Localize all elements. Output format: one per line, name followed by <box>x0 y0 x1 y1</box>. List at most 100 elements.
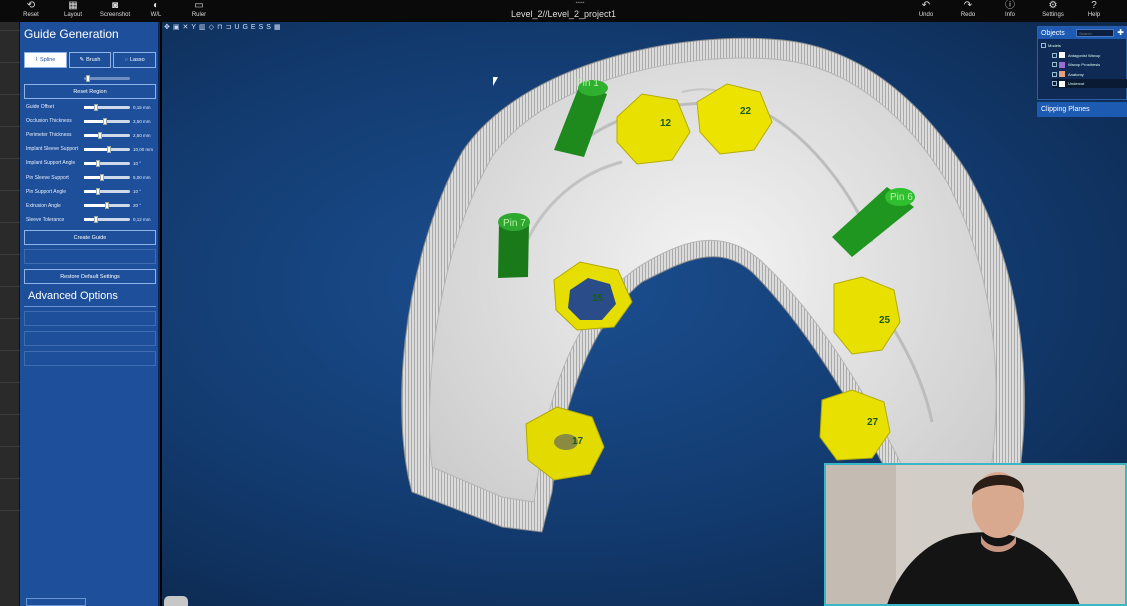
tab-lasso[interactable]: ◌ Lasso <box>113 52 157 68</box>
object-row[interactable]: Waxup Prosthesis <box>1052 60 1127 69</box>
visibility-checkbox[interactable] <box>1052 71 1057 77</box>
param-slider[interactable] <box>84 188 130 196</box>
param-slider[interactable] <box>84 103 130 111</box>
presenter-video <box>826 465 1125 604</box>
slider-knob[interactable] <box>102 117 107 125</box>
color-swatch[interactable] <box>1059 80 1065 87</box>
brush-icon: ✎ <box>79 57 85 63</box>
param-row: Implant Sleeve Support 10,00 mm <box>26 144 156 154</box>
strip-item[interactable] <box>0 62 20 74</box>
clipping-planes-header[interactable]: Clipping Planes <box>1037 102 1127 117</box>
strip-item[interactable] <box>0 318 20 330</box>
param-slider[interactable] <box>84 145 130 153</box>
undo-button[interactable]: ↶ Undo <box>914 0 938 22</box>
tool-tabs: ⌇ Spline ✎ Brush ◌ Lasso <box>24 52 157 68</box>
settings-button[interactable]: ⚙ Settings <box>1040 0 1066 22</box>
objects-search-input[interactable] <box>1076 29 1114 37</box>
color-swatch[interactable] <box>1059 52 1065 58</box>
create-guide-button[interactable]: Create Guide <box>24 230 156 245</box>
strip-item[interactable] <box>0 126 20 138</box>
orientation-head-icon[interactable] <box>164 596 188 606</box>
redo-button[interactable]: ↷ Redo <box>956 0 980 22</box>
strip-item[interactable] <box>0 286 20 298</box>
param-row: Guide Offset 0,15 mm <box>26 102 156 112</box>
param-value: 2,50 mm <box>133 132 151 138</box>
strip-item[interactable] <box>0 350 20 362</box>
tool-size-row <box>26 73 156 83</box>
pin-7-label: Pin 7 <box>503 218 526 229</box>
param-row: Extrusion Angle 20 ° <box>26 201 156 211</box>
advanced-options-title: Advanced Options <box>28 290 118 302</box>
param-label: Implant Sleeve Support <box>26 146 78 153</box>
visibility-checkbox[interactable] <box>1052 52 1057 58</box>
slider-knob[interactable] <box>95 188 100 196</box>
tool-size-slider[interactable] <box>84 74 130 82</box>
strip-item[interactable] <box>0 94 20 106</box>
visibility-checkbox[interactable] <box>1041 43 1046 48</box>
strip-item[interactable] <box>0 510 20 522</box>
param-slider[interactable] <box>84 131 130 139</box>
tab-spline[interactable]: ⌇ Spline <box>24 52 67 68</box>
param-row: Occlusion Thickness 3,50 mm <box>26 116 156 126</box>
bottom-button[interactable] <box>26 598 86 606</box>
help-button[interactable]: ? Help <box>1084 0 1104 22</box>
info-button[interactable]: ⓘ Info <box>1000 0 1020 22</box>
info-icon: ⓘ <box>1005 0 1015 11</box>
slider-knob[interactable] <box>95 159 100 167</box>
app-logo: ▪▪▪▪▪ <box>575 0 585 6</box>
tab-brush[interactable]: ✎ Brush <box>68 52 112 68</box>
object-label: Models <box>1048 43 1061 48</box>
slider-knob[interactable] <box>100 174 105 181</box>
slider-knob[interactable] <box>107 145 112 153</box>
param-label: Implant Support Angle <box>26 160 76 167</box>
guide-generation-panel: Guide Generation ⌇ Spline ✎ Brush ◌ Lass… <box>20 22 160 606</box>
param-slider[interactable] <box>84 202 130 210</box>
visibility-checkbox[interactable] <box>1052 62 1057 67</box>
param-slider[interactable] <box>84 174 130 181</box>
object-row[interactable]: Antagonist Waxup <box>1052 51 1127 60</box>
param-value: 3,50 mm <box>133 118 151 124</box>
color-swatch[interactable] <box>1059 71 1065 77</box>
param-slider[interactable] <box>84 117 130 125</box>
strip-item[interactable] <box>0 222 20 234</box>
object-label: Waxup Prosthesis <box>1068 62 1101 67</box>
strip-item[interactable] <box>0 478 20 490</box>
strip-item[interactable] <box>0 254 20 266</box>
object-row[interactable]: Models <box>1041 41 1127 50</box>
param-label: Occlusion Thickness <box>26 118 72 125</box>
spline-icon: ⌇ <box>35 57 39 63</box>
param-label: Perimeter Thickness <box>26 132 72 139</box>
color-swatch[interactable] <box>1059 61 1065 68</box>
strip-item[interactable] <box>0 414 20 426</box>
param-label: Extrusion Angle <box>26 202 61 209</box>
strip-item[interactable] <box>0 158 20 170</box>
param-label: Pin Sleeve Support <box>26 174 69 181</box>
redo-icon: ↷ <box>963 0 973 11</box>
slider-knob[interactable] <box>93 216 98 224</box>
strip-item[interactable] <box>0 446 20 458</box>
visibility-checkbox[interactable] <box>1052 81 1057 86</box>
param-slider[interactable] <box>84 216 130 224</box>
sleeve-17-label: 17 <box>572 436 584 447</box>
add-object-icon[interactable]: ✚ <box>1117 28 1124 37</box>
param-row: Implant Support Angle 10 ° <box>26 158 156 168</box>
reset-region-button[interactable]: Reset Region <box>24 84 156 99</box>
param-row: Sleeve Tolerance 0,12 mm <box>26 215 156 225</box>
slider-knob[interactable] <box>93 103 98 111</box>
strip-item[interactable] <box>0 190 20 202</box>
strip-item[interactable] <box>0 30 20 42</box>
strip-item[interactable] <box>0 382 20 394</box>
slider-knob[interactable] <box>105 202 109 210</box>
param-value: 10 ° <box>133 189 142 195</box>
object-row[interactable]: Anatomy <box>1052 70 1127 79</box>
restore-defaults-button[interactable]: Restore Default Settings <box>24 269 156 284</box>
sleeve-12-label: 12 <box>660 118 672 129</box>
slider-knob[interactable] <box>98 131 103 139</box>
sleeve-15-label: 15 <box>592 293 604 304</box>
objects-panel: Objects ✚ ModelsAntagonist WaxupWaxup Pr… <box>1037 26 1127 100</box>
param-value: 10 ° <box>133 160 142 166</box>
object-label: Undercut <box>1068 81 1085 86</box>
object-row[interactable]: Undercut <box>1052 79 1127 88</box>
top-toolbar: ⟲ Reset ▦ Layout ◙ Screenshot ◐ W/L ▭ Ru… <box>0 0 1127 22</box>
param-slider[interactable] <box>84 159 130 167</box>
